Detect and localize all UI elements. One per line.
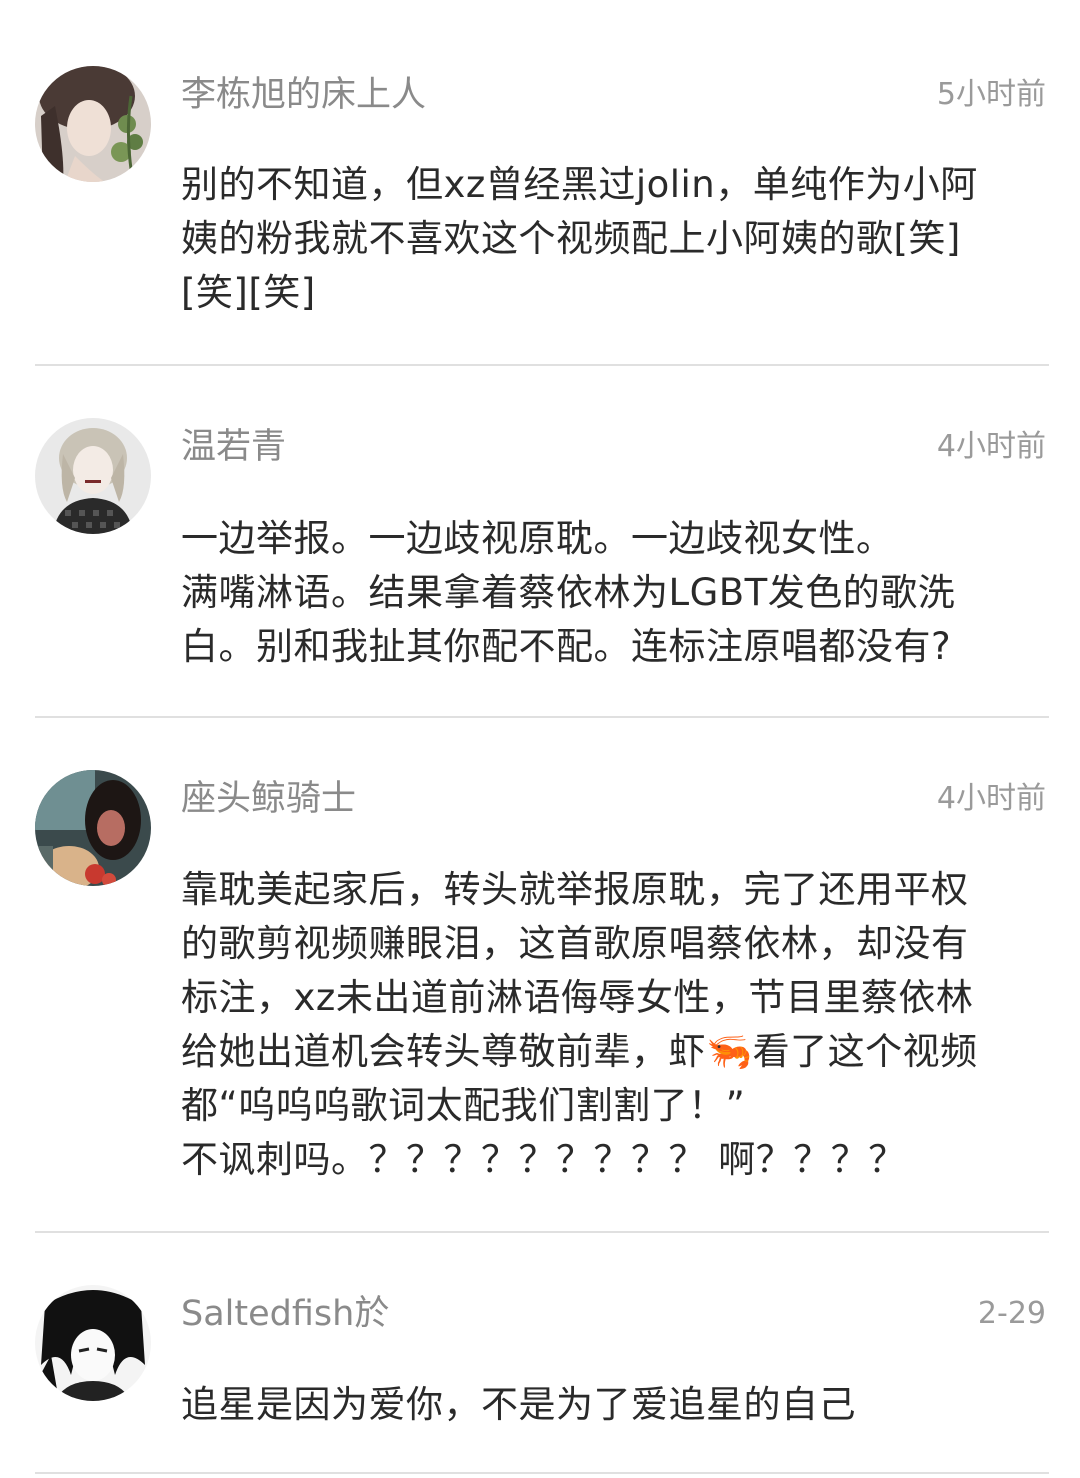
comment-text: 靠耽美起家后，转头就举报原耽，完了还用平权 的歌剪视频赚眼泪，这首歌原唱蔡依林，…: [181, 863, 1051, 1187]
comment-text-line: 靠耽美起家后，转头就举报原耽，完了还用平权: [181, 868, 969, 911]
comment-time: 4小时前: [936, 781, 1046, 816]
comment-text-line: 不讽刺吗。？？？？？？？？？ 啊？？？？: [181, 1138, 906, 1181]
comment-username[interactable]: 李栋旭的床上人: [181, 73, 426, 117]
comment-text: 追星是因为爱你，不是为了爱追星的自己: [181, 1378, 1051, 1432]
avatar[interactable]: [35, 66, 151, 182]
avatar[interactable]: [35, 418, 151, 534]
comment-username[interactable]: 座头鲸骑士: [181, 777, 356, 821]
comment-username[interactable]: Saltedfish於: [181, 1292, 389, 1336]
comment-text-line: 姨的粉我就不喜欢这个视频配上小阿姨的歌[笑]: [181, 217, 961, 260]
comment-time: 5小时前: [936, 77, 1046, 112]
avatar[interactable]: [35, 770, 151, 886]
comment-text-line: 的歌剪视频赚眼泪，这首歌原唱蔡依林，却没有: [181, 922, 969, 965]
divider: [35, 1231, 1049, 1233]
comment-text-line: [笑][笑]: [181, 271, 316, 314]
comment-text-line: 白。别和我扯其你配不配。连标注原唱都没有?: [181, 625, 952, 668]
divider: [35, 716, 1049, 718]
comment-text-line: 别的不知道，但xz曾经黑过jolin，单纯作为小阿: [181, 163, 978, 206]
comment-username[interactable]: 温若青: [181, 425, 286, 469]
comment-text-line: 满嘴淋语。结果拿着蔡依林为LGBT发色的歌洗: [181, 571, 956, 614]
comment-text-line: 都“呜呜呜歌词太配我们割割了！”: [181, 1084, 746, 1127]
avatar-image: [35, 66, 151, 182]
comment-time: 4小时前: [936, 429, 1046, 464]
comment-time: 2-29: [977, 1296, 1046, 1331]
avatar-image: [35, 1285, 151, 1401]
comment-text-line: 标注，xz未出道前淋语侮辱女性，节目里蔡依林: [181, 976, 974, 1019]
comment-text-line: 追星是因为爱你，不是为了爱追星的自己: [181, 1383, 856, 1426]
avatar-image: [35, 418, 151, 534]
divider: [35, 364, 1049, 366]
divider: [35, 1472, 1049, 1474]
comment-text-line: 给她出道机会转头尊敬前辈，虾🦐看了这个视频: [181, 1030, 978, 1073]
comment-text-line: 一边举报。一边歧视原耽。一边歧视女性。: [181, 517, 894, 560]
avatar-image: [35, 770, 151, 886]
avatar[interactable]: [35, 1285, 151, 1401]
comment-text: 别的不知道，但xz曾经黑过jolin，单纯作为小阿 姨的粉我就不喜欢这个视频配上…: [181, 158, 1051, 320]
comment-text: 一边举报。一边歧视原耽。一边歧视女性。 满嘴淋语。结果拿着蔡依林为LGBT发色的…: [181, 512, 1051, 674]
